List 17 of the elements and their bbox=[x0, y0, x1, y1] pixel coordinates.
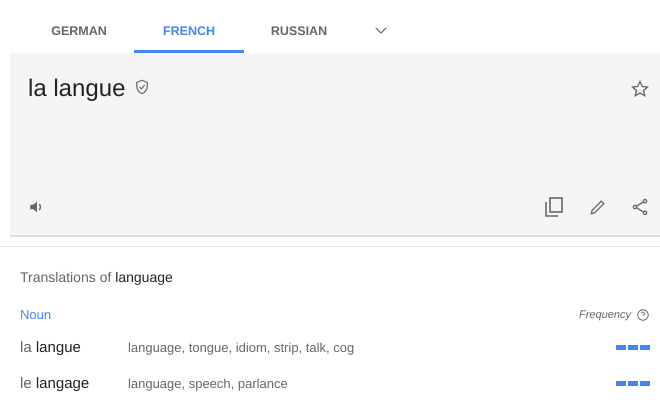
frequency-label: Frequency bbox=[579, 308, 631, 320]
part-of-speech-label: Noun bbox=[20, 307, 52, 322]
language-tab[interactable]: GERMAN bbox=[24, 24, 134, 53]
share-icon bbox=[630, 197, 650, 217]
star-button[interactable] bbox=[630, 79, 650, 99]
share-button[interactable] bbox=[630, 197, 650, 217]
translated-text: la langue bbox=[28, 75, 126, 103]
translation-word[interactable]: la langue bbox=[20, 338, 128, 356]
help-icon[interactable] bbox=[636, 308, 650, 322]
synonyms-text: language, tongue, idiom, strip, talk, cog bbox=[128, 340, 356, 354]
synonyms-text: language, speech, parlance bbox=[128, 376, 289, 390]
copy-button[interactable] bbox=[542, 195, 566, 219]
copy-icon bbox=[542, 195, 566, 219]
translations-heading: Translations of language bbox=[20, 269, 174, 285]
star-icon bbox=[630, 79, 650, 99]
language-tab[interactable]: RUSSIAN bbox=[244, 24, 354, 53]
translation-word[interactable]: le langage bbox=[20, 374, 128, 392]
